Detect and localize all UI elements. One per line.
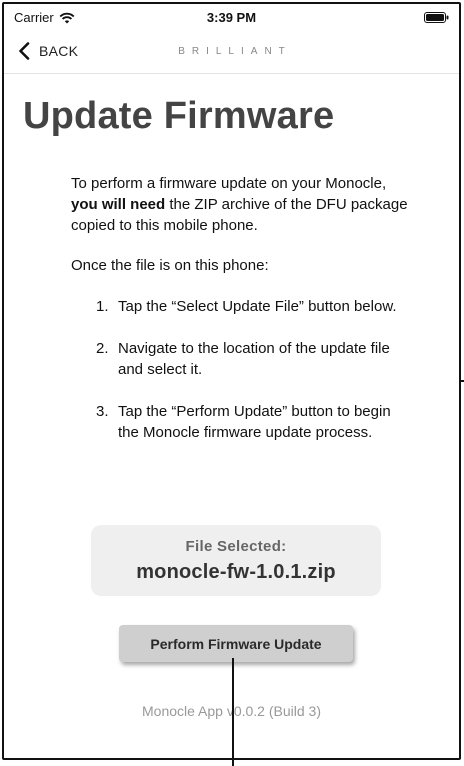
lead-paragraph: Once the file is on this phone: xyxy=(71,257,269,274)
instructions: To perform a firmware update on your Mon… xyxy=(71,173,411,464)
step-number: 1. xyxy=(96,298,109,315)
step-text: Navigate to the location of the update f… xyxy=(118,340,390,378)
selected-file-name: monocle-fw-1.0.1.zip xyxy=(136,561,336,583)
phone-screen: Carrier 3:39 PM BACK BRILLIANT Update Fi… xyxy=(2,2,461,760)
list-item: 3. Tap the “Perform Update” button to be… xyxy=(96,401,411,443)
list-item: 2. Navigate to the location of the updat… xyxy=(96,338,411,380)
status-bar: Carrier 3:39 PM xyxy=(4,4,459,32)
file-selected-card: File Selected: monocle-fw-1.0.1.zip xyxy=(91,525,381,596)
page-title: Update Firmware xyxy=(23,95,335,137)
step-number: 3. xyxy=(96,403,109,420)
file-selected-caption: File Selected: xyxy=(185,538,287,555)
battery-icon xyxy=(424,12,449,23)
status-time: 3:39 PM xyxy=(206,10,257,25)
step-number: 2. xyxy=(96,340,109,357)
navigation-bar: BACK BRILLIANT xyxy=(4,32,459,74)
intro-paragraph: To perform a firmware update on your Mon… xyxy=(71,173,411,236)
list-item: 1. Tap the “Select Update File” button b… xyxy=(96,296,411,317)
step-text: Tap the “Select Update File” button belo… xyxy=(118,298,397,315)
steps-list: 1. Tap the “Select Update File” button b… xyxy=(71,296,411,443)
perform-firmware-update-button[interactable]: Perform Firmware Update xyxy=(119,625,353,662)
brand-logo: BRILLIANT xyxy=(178,46,292,57)
intro-text-start: To perform a firmware update on your Mon… xyxy=(71,175,387,192)
intro-text-bold: you will need xyxy=(71,196,166,213)
step-text: Tap the “Perform Update” button to begin… xyxy=(118,403,391,441)
annotation-pointer-line xyxy=(232,658,234,766)
